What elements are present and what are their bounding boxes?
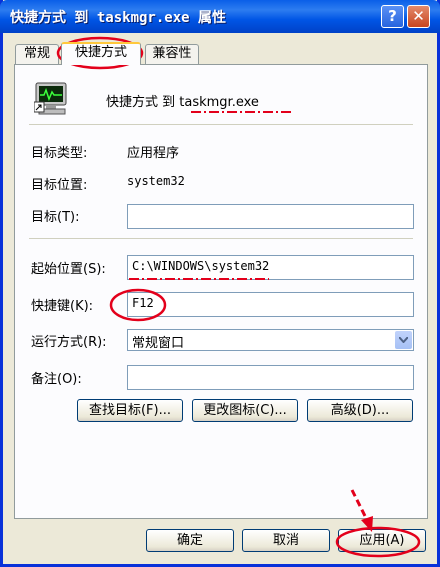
annotation-overlay: [56, 36, 421, 558]
annotation-circle-key: [109, 288, 167, 322]
annotation-circle-apply: [335, 526, 421, 558]
annotation-arrow-line: [350, 489, 370, 523]
tab-shortcut[interactable]: 快捷方式: [61, 42, 141, 65]
